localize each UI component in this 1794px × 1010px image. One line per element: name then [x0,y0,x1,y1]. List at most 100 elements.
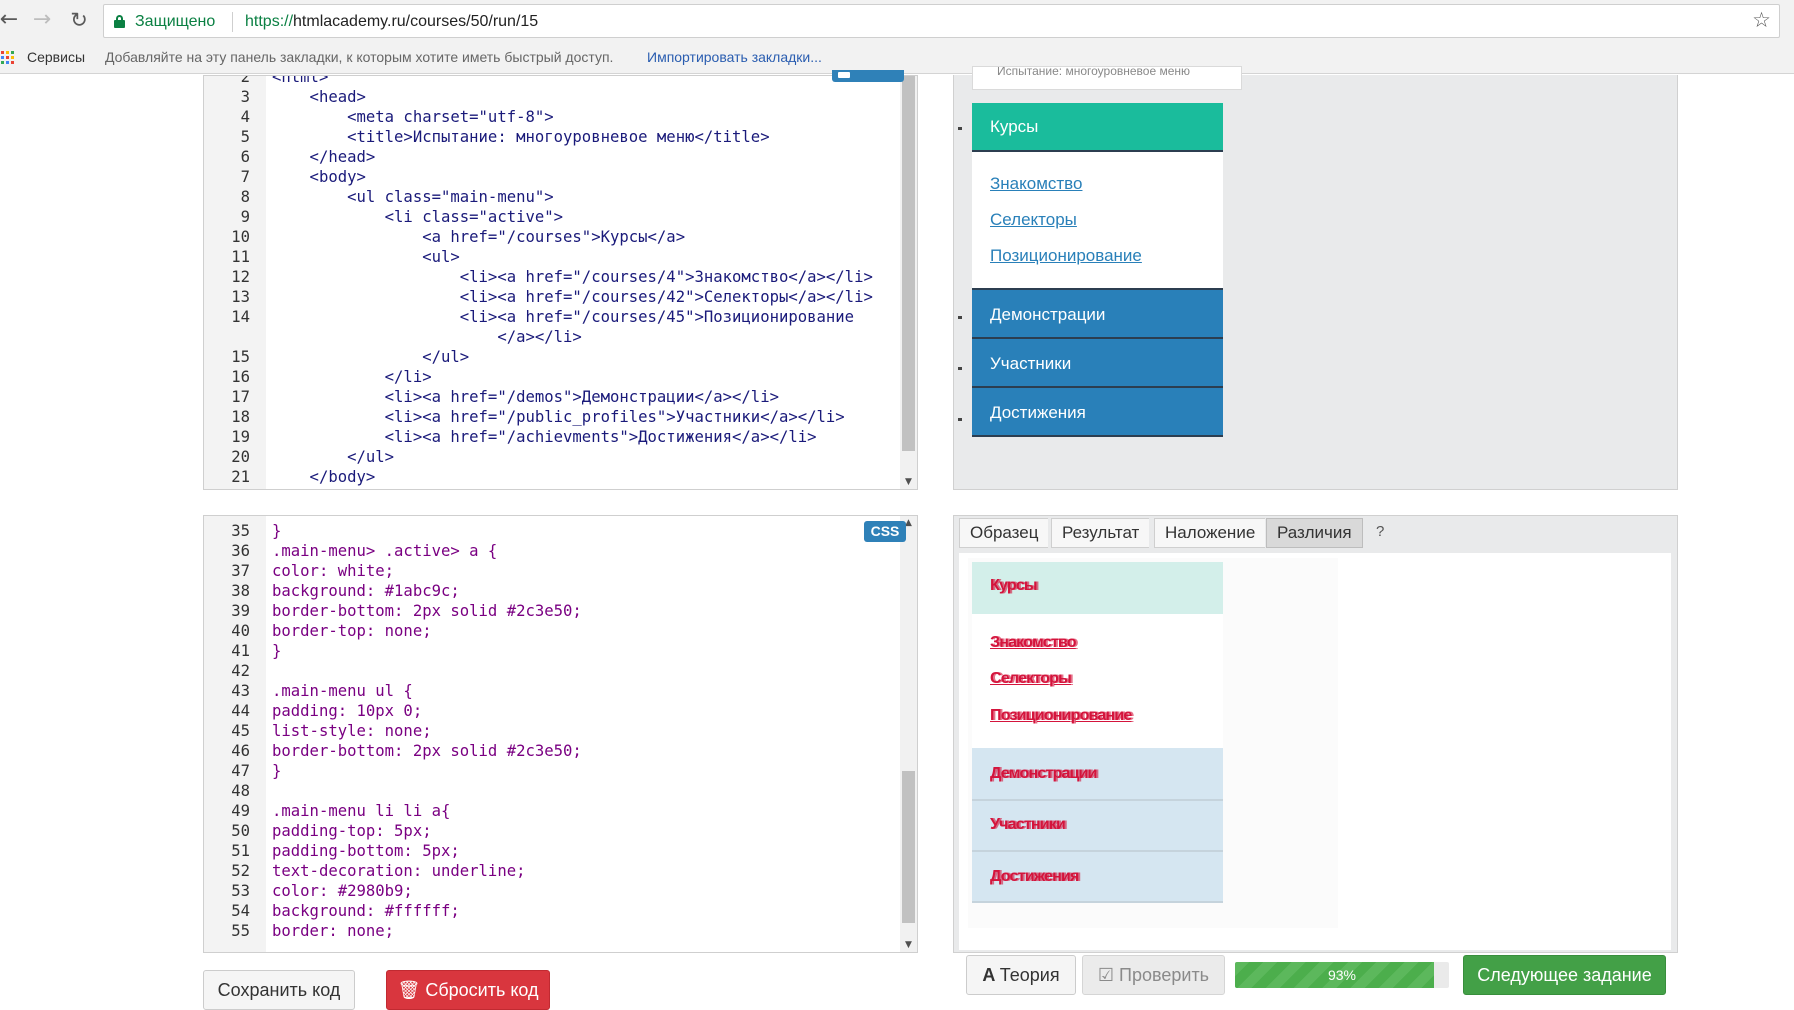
code-text: </a></li> [272,328,582,346]
reload-icon[interactable]: ↻ [66,7,92,33]
code-line[interactable]: 55 border: none; [204,921,901,941]
code-text: padding: 10px 0; [272,702,423,720]
code-line[interactable]: </a></li> [204,327,901,347]
css-editor[interactable]: 3435}36.main-menu> .active> a {37color: … [203,515,918,953]
scroll-down-icon[interactable]: ▼ [900,477,917,487]
import-bookmarks-link[interactable]: Импортировать закладки... [647,49,822,65]
tab-result[interactable]: Результат [1051,518,1150,548]
code-line[interactable]: 49 .main-menu li li a{ [204,801,901,821]
code-text: <li><a href="/courses/4">Знакомство</a><… [272,268,873,286]
scroll-down-icon[interactable]: ▼ [900,940,917,950]
line-number: 42 [231,662,250,680]
tab-overlay[interactable]: Наложение [1154,518,1266,548]
line-number: 47 [231,762,250,780]
diff-divider [972,901,1223,903]
code-line[interactable]: 38 background: #1abc9c; [204,581,901,601]
tab-sample[interactable]: Образец [959,518,1049,548]
line-number: 21 [231,468,250,486]
code-text: <li><a href="/public_profiles">Участники… [272,408,845,426]
menu-item-courses[interactable]: Курсы [972,103,1223,152]
check-button[interactable]: ☑ Проверить [1082,955,1225,995]
code-line[interactable]: 43 .main-menu ul { [204,681,901,701]
help-icon[interactable]: ? [1376,523,1384,540]
next-task-button[interactable]: Следующее задание [1463,955,1666,995]
menu-item-achievements[interactable]: Достижения [972,388,1223,437]
menu-item-participants[interactable]: Участники [972,339,1223,388]
code-line[interactable]: 36 .main-menu> .active> a { [204,541,901,561]
submenu-item-intro[interactable]: Знакомство [990,174,1082,194]
code-line[interactable]: 54 background: #ffffff; [204,901,901,921]
address-bar[interactable]: Защищено https://htmlacademy.ru/courses/… [103,4,1780,38]
code-line[interactable]: 50 padding-top: 5px; [204,821,901,841]
code-line[interactable]: 41} [204,641,901,661]
code-line[interactable]: 8 <ul class="main-menu"> [204,187,901,207]
html-scrollbar[interactable]: ▼ [900,76,917,489]
diff-text-courses: Курсы [990,577,1038,594]
html-code[interactable]: 2 <html> 3 <head> 4 <meta charset="utf-8"> 5… [204,76,901,487]
menu-item-demos[interactable]: Демонстрации [972,290,1223,339]
code-line[interactable]: 11 <ul> [204,247,901,267]
save-code-button[interactable]: Сохранить код [203,970,355,1010]
code-line[interactable]: 19 <li><a href="/achievments">Достижения… [204,427,901,447]
code-line[interactable]: 16 </li> [204,367,901,387]
lock-icon [114,15,125,28]
scroll-thumb[interactable] [902,76,915,451]
line-number: 55 [231,922,250,940]
submenu-item-positioning[interactable]: Позиционирование [990,246,1142,266]
apps-grid-icon[interactable] [0,51,18,65]
code-line[interactable]: 52 text-decoration: underline; [204,861,901,881]
line-number: 50 [231,822,250,840]
code-line[interactable]: 39 border-bottom: 2px solid #2c3e50; [204,601,901,621]
code-text: <meta charset="utf-8"> [272,108,554,126]
forward-arrow-icon[interactable]: → [29,7,55,33]
code-line[interactable]: 51 padding-bottom: 5px; [204,841,901,861]
diff-text-achievements: Достижения [990,868,1079,885]
code-line[interactable]: 44 padding: 10px 0; [204,701,901,721]
code-line[interactable]: 10 <a href="/courses">Курсы</a> [204,227,901,247]
css-scrollbar[interactable]: ▲ ▼ [900,516,917,952]
code-text: </body> [272,468,376,486]
code-line[interactable]: 37 color: white; [204,561,901,581]
bookmark-star-icon[interactable]: ☆ [1752,8,1771,32]
code-line[interactable]: 17 <li><a href="/demos">Демонстрации</a>… [204,387,901,407]
code-text: border-bottom: 2px solid #2c3e50; [272,602,582,620]
html-editor[interactable]: 2 <html> 3 <head> 4 <meta charset="utf-8"> 5… [203,75,918,490]
submenu-item-selectors[interactable]: Селекторы [990,210,1077,230]
reset-code-button[interactable]: 🗑 Сбросить код [386,970,550,1010]
bookmark-services[interactable]: Сервисы [27,49,85,65]
code-line[interactable]: 48 [204,781,901,801]
code-line[interactable]: 40 border-top: none; [204,621,901,641]
theory-button[interactable]: A Теория [966,955,1076,995]
code-line[interactable]: 14 <li><a href="/courses/45">Позициониро… [204,307,901,327]
code-line[interactable]: 45 list-style: none; [204,721,901,741]
code-line[interactable]: 2 <html> [204,76,901,87]
code-line[interactable]: 20 </ul> [204,447,901,467]
code-line[interactable]: 35} [204,521,901,541]
preview-page-title: Испытание: многоуровневое меню [972,66,1242,90]
code-line[interactable]: 5 <title>Испытание: многоуровневое меню<… [204,127,901,147]
code-text: list-style: none; [272,722,432,740]
code-line[interactable]: 3 <head> [204,87,901,107]
code-line[interactable]: 13 <li><a href="/courses/42">Селекторы</… [204,287,901,307]
code-line[interactable]: 9 <li class="active"> [204,207,901,227]
code-line[interactable]: 53 color: #2980b9; [204,881,901,901]
code-line[interactable]: 47} [204,761,901,781]
code-line[interactable]: 15 </ul> [204,347,901,367]
reset-label: Сбросить код [425,980,539,1000]
code-line[interactable]: 4 <meta charset="utf-8"> [204,107,901,127]
secure-label: Защищено [135,13,216,30]
tab-diff[interactable]: Различия [1266,518,1363,548]
code-line[interactable]: 12 <li><a href="/courses/4">Знакомство</… [204,267,901,287]
back-arrow-icon[interactable]: ← [0,7,22,33]
code-line[interactable]: 18 <li><a href="/public_profiles">Участн… [204,407,901,427]
line-number: 20 [231,448,250,466]
code-line[interactable]: 46 border-bottom: 2px solid #2c3e50; [204,741,901,761]
line-number: 18 [231,408,250,426]
code-line[interactable]: 6 </head> [204,147,901,167]
code-line[interactable]: 7 <body> [204,167,901,187]
scroll-thumb[interactable] [902,771,915,923]
code-line[interactable]: 21 </body> [204,467,901,487]
code-line[interactable]: 42 [204,661,901,681]
url-text[interactable]: https://htmlacademy.ru/courses/50/run/15 [245,13,538,31]
css-code[interactable]: 3435}36.main-menu> .active> a {37color: … [204,516,901,941]
